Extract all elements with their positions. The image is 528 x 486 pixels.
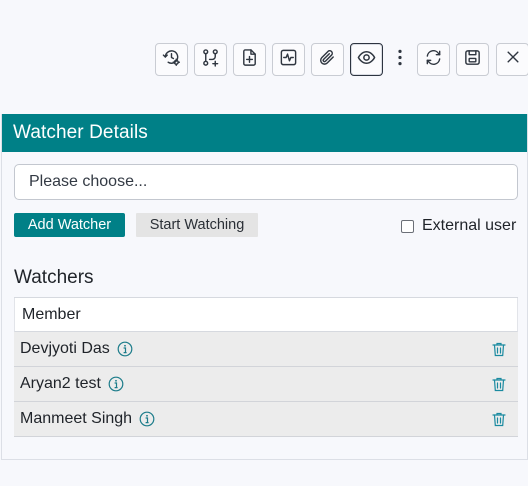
external-user-checkbox[interactable] (401, 219, 414, 233)
start-watching-button[interactable]: Start Watching (136, 213, 258, 237)
add-document-button[interactable] (233, 43, 266, 76)
watcher-details-panel: Watcher Details Please choose... Add Wat… (1, 114, 528, 460)
external-user-toggle[interactable]: External user (401, 215, 516, 237)
member-name: Devjyoti Das (20, 340, 110, 357)
info-icon[interactable] (108, 376, 124, 392)
save-icon (463, 48, 482, 72)
member-name: Aryan2 test (20, 375, 101, 392)
info-icon[interactable] (117, 341, 133, 357)
refresh-icon (424, 48, 443, 72)
watcher-select[interactable]: Please choose... (14, 164, 518, 200)
member-name: Manmeet Singh (20, 410, 133, 427)
info-icon[interactable] (139, 411, 155, 427)
workflow-add-button[interactable] (194, 43, 227, 76)
external-user-label: External user (422, 217, 517, 234)
watchers-table: Member Devjyoti Das Aryan2 test Manmeet … (14, 297, 518, 437)
table-row: Devjyoti Das (14, 332, 518, 367)
attachment-icon (318, 48, 337, 72)
watchers-title: Watchers (14, 267, 94, 288)
refresh-button[interactable] (417, 43, 450, 76)
table-row: Aryan2 test (14, 367, 518, 402)
delete-icon[interactable] (492, 342, 506, 357)
watcher-select-placeholder: Please choose... (29, 173, 148, 190)
file-add-icon (240, 48, 259, 72)
close-button[interactable] (496, 43, 528, 76)
workflow-add-icon (201, 48, 220, 72)
eye-icon (357, 48, 376, 72)
more-vertical-icon (397, 48, 403, 72)
more-options-button[interactable] (392, 43, 408, 76)
activity-button[interactable] (272, 43, 305, 76)
panel-title: Watcher Details (2, 114, 527, 152)
delete-icon[interactable] (492, 412, 506, 427)
attachment-button[interactable] (311, 43, 344, 76)
history-settings-button[interactable] (155, 43, 188, 76)
close-icon (505, 49, 521, 70)
save-button[interactable] (456, 43, 489, 76)
delete-icon[interactable] (492, 377, 506, 392)
add-watcher-button[interactable]: Add Watcher (14, 213, 125, 237)
table-row: Manmeet Singh (14, 402, 518, 437)
activity-icon (279, 48, 298, 72)
watch-button[interactable] (350, 43, 383, 76)
member-column-header: Member (14, 298, 518, 332)
history-settings-icon (162, 48, 181, 72)
